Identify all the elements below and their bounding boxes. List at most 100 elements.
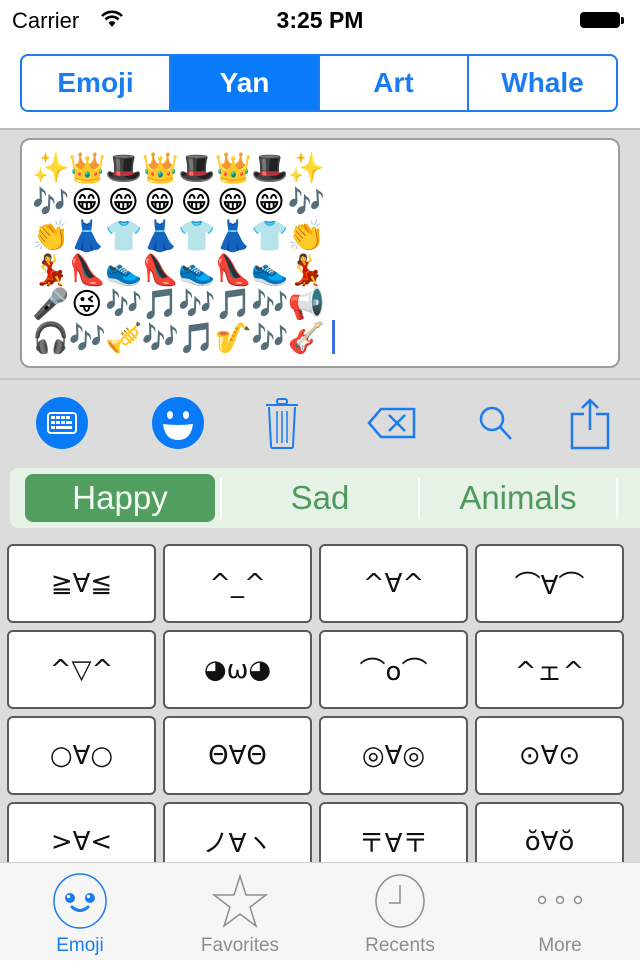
kaomoji-button[interactable]: ≧∀≦ (7, 544, 156, 623)
emoji-row: ✨👑🎩👑🎩👑🎩✨ (32, 152, 325, 186)
kaomoji-button[interactable]: ^∀^ (319, 544, 468, 623)
smiley-icon (152, 397, 204, 449)
emoji-glyph: 🎶 (32, 186, 70, 219)
emoji-glyph: 👑 (141, 152, 179, 185)
emoji-glyph: 👏 (287, 220, 325, 253)
tab-bar: Emoji Favorites Recents More (0, 862, 640, 960)
kaomoji-button[interactable]: ◕ω◕ (163, 630, 312, 709)
tab-more[interactable]: More (480, 863, 640, 961)
kaomoji-button[interactable]: ⌒∀⌒ (475, 544, 624, 623)
category-animals[interactable]: Animals (420, 474, 616, 522)
segment-yan[interactable]: Yan (169, 56, 318, 110)
star-icon (212, 873, 268, 929)
kaomoji-button[interactable]: ⌒o⌒ (319, 630, 468, 709)
kaomoji-button[interactable]: ノ∀ヽ (163, 802, 312, 862)
emoji-glyph: 😁 (217, 186, 249, 219)
emoji-glyph: 👠 (214, 254, 252, 287)
emoji-glyph: 👕 (251, 220, 289, 253)
category-sad[interactable]: Sad (222, 474, 418, 522)
composer-text-area[interactable]: ✨👑🎩👑🎩👑🎩✨ 🎶😁 😁 😁 😁 😁 😁🎶 👏👗👕👗👕👗👕👏 💃👠👟👠👟👠👟💃 🎤😜🎶🎵🎶🎵🎶📢… (20, 138, 620, 368)
emoji-row: 💃👠👟👠👟👠👟💃 (32, 254, 325, 288)
text-area-divider (0, 378, 640, 380)
battery-icon (580, 12, 624, 30)
keyboard-button[interactable] (32, 390, 92, 456)
tab-emoji[interactable]: Emoji (0, 863, 160, 961)
category-happy[interactable]: Happy (25, 474, 215, 522)
clear-button[interactable] (252, 390, 312, 456)
emoji-glyph: 👑 (68, 152, 106, 185)
emoji-glyph: ✨ (287, 152, 325, 185)
trash-icon (266, 398, 298, 449)
emoji-glyph: 👕 (105, 220, 143, 253)
clock-icon (375, 874, 425, 928)
kaomoji-button[interactable]: ^_^ (163, 544, 312, 623)
emoji-glyph: 📢 (287, 288, 325, 321)
kaomoji-button[interactable]: >∀< (7, 802, 156, 862)
segment-whale[interactable]: Whale (467, 56, 616, 110)
backspace-icon (367, 407, 416, 439)
emoji-glyph: 🎵 (178, 322, 216, 355)
action-toolbar (0, 390, 640, 460)
emoji-button[interactable] (148, 390, 208, 456)
emoji-glyph: 🎩 (178, 152, 216, 185)
emoji-glyph: ✨ (32, 152, 70, 185)
emoji-glyph: 👟 (105, 254, 143, 287)
emoji-glyph: 👕 (178, 220, 216, 253)
tab-emoji-label: Emoji (56, 935, 104, 956)
emoji-row: 🎶😁 😁 😁 😁 😁 😁🎶 (32, 186, 325, 220)
emoji-glyph: 👗 (141, 220, 179, 253)
kaomoji-button[interactable]: ^ェ^ (475, 630, 624, 709)
emoji-glyph: 🎶 (141, 322, 179, 355)
mode-segmented-control: Emoji Yan Art Whale (20, 54, 618, 112)
emoji-glyph: 👟 (251, 254, 289, 287)
emoji-row: 🎤😜🎶🎵🎶🎵🎶📢 (32, 288, 325, 322)
emoji-glyph: 🎷 (214, 322, 252, 355)
kaomoji-grid: ≧∀≦ ^_^ ^∀^ ⌒∀⌒ ^▽^ ◕ω◕ ⌒o⌒ ^ェ^ ○∀○ Θ∀Θ ◎∀◎ ⊙∀⊙ >∀< ノ… (0, 544, 640, 862)
tab-recents-label: Recents (365, 935, 435, 956)
emoji-glyph: 😁 (144, 186, 176, 219)
category-tabs: Happy Sad Animals (10, 468, 640, 528)
kaomoji-button[interactable]: ŏ∀ŏ (475, 802, 624, 862)
tab-recents[interactable]: Recents (320, 863, 480, 961)
kaomoji-button[interactable]: ^▽^ (7, 630, 156, 709)
delete-button[interactable] (362, 390, 422, 456)
emoji-glyph: 💃 (287, 254, 325, 287)
more-dots-icon (537, 895, 583, 905)
kaomoji-button[interactable]: Θ∀Θ (163, 716, 312, 795)
share-button[interactable] (560, 390, 620, 456)
emoji-glyph: 🎶 (178, 288, 216, 321)
emoji-row: 🎧🎶🎺🎶🎵🎷🎶🎸 (32, 322, 325, 356)
segment-art[interactable]: Art (318, 56, 467, 110)
emoji-glyph: 🎶 (68, 322, 106, 355)
emoji-glyph: 👏 (32, 220, 70, 253)
emoji-glyph: 🎵 (141, 288, 179, 321)
kaomoji-button[interactable]: ◎∀◎ (319, 716, 468, 795)
tab-favorites[interactable]: Favorites (160, 863, 320, 961)
emoji-glyph: 🎶 (251, 288, 289, 321)
composed-emoji-art: ✨👑🎩👑🎩👑🎩✨ 🎶😁 😁 😁 😁 😁 😁🎶 👏👗👕👗👕👗👕👏 💃👠👟👠👟👠👟💃 🎤😜🎶🎵🎶🎵🎶📢… (32, 152, 325, 356)
emoji-glyph: 🎺 (105, 322, 143, 355)
emoji-glyph: 👑 (214, 152, 252, 185)
kaomoji-button[interactable]: ⊙∀⊙ (475, 716, 624, 795)
text-cursor (332, 320, 335, 354)
segment-emoji[interactable]: Emoji (22, 56, 169, 110)
search-button[interactable] (466, 390, 526, 456)
emoji-glyph: 😁 (71, 186, 103, 219)
clock-time: 3:25 PM (276, 7, 364, 33)
emoji-glyph: 🎶 (251, 322, 289, 355)
emoji-glyph: 🎸 (287, 322, 325, 355)
tab-favorites-label: Favorites (200, 935, 280, 956)
search-icon (479, 406, 512, 440)
emoji-glyph: 🎤 (32, 288, 70, 321)
emoji-glyph: 👠 (68, 254, 106, 287)
share-icon (570, 398, 610, 450)
emoji-glyph: 💃 (32, 254, 70, 287)
emoji-glyph: 🎧 (32, 322, 70, 355)
kaomoji-button[interactable]: 〒∀〒 (319, 802, 468, 862)
emoji-glyph: 👟 (178, 254, 216, 287)
kaomoji-button[interactable]: ○∀○ (7, 716, 156, 795)
emoji-glyph: 😁 (107, 186, 139, 219)
keyboard-icon (36, 397, 88, 449)
emoji-glyph: 🎩 (251, 152, 289, 185)
emoji-row: 👏👗👕👗👕👗👕👏 (32, 220, 325, 254)
